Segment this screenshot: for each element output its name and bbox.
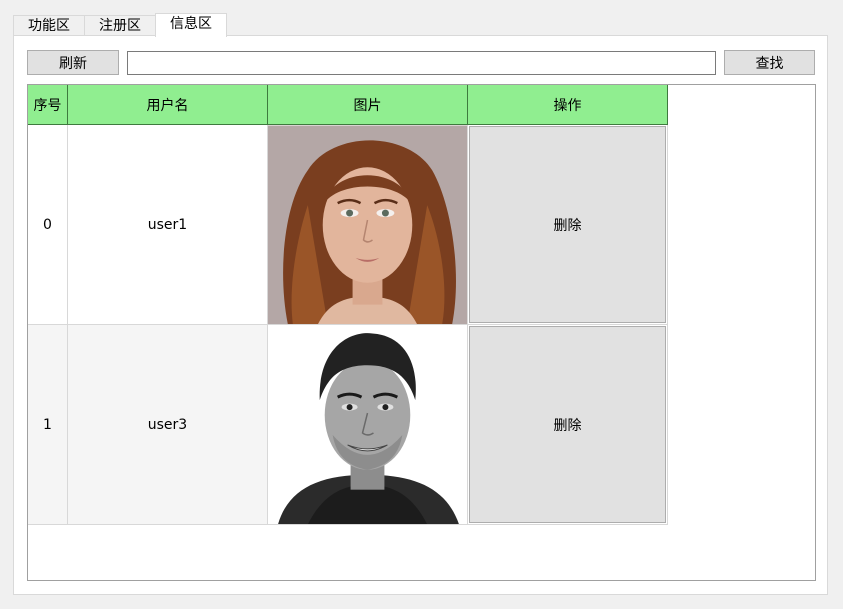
info-tab-panel: 刷新 查找 序号 用户名 图片 操作 0 user1 删除 1 user3 删除 <box>13 35 828 595</box>
delete-button[interactable]: 删除 <box>469 326 666 523</box>
row-action-cell: 删除 <box>468 325 668 525</box>
delete-button[interactable]: 删除 <box>469 126 666 323</box>
user-table: 序号 用户名 图片 操作 0 user1 删除 1 user3 删除 <box>27 84 816 581</box>
column-header-index[interactable]: 序号 <box>28 85 68 125</box>
user-photo <box>268 125 468 325</box>
table-row[interactable]: 1 user3 删除 <box>28 325 668 525</box>
tab-bar: 功能区 注册区 信息区 <box>13 13 227 38</box>
table-row[interactable]: 0 user1 删除 <box>28 125 668 325</box>
column-header-action[interactable]: 操作 <box>468 85 668 125</box>
tab-info-area[interactable]: 信息区 <box>155 13 227 37</box>
portrait-man-bw-image <box>268 325 467 524</box>
search-button[interactable]: 查找 <box>724 50 815 75</box>
refresh-button[interactable]: 刷新 <box>27 50 119 75</box>
row-index: 0 <box>28 125 68 325</box>
column-header-username[interactable]: 用户名 <box>68 85 268 125</box>
search-input[interactable] <box>127 51 716 75</box>
row-action-cell: 删除 <box>468 125 668 325</box>
row-index: 1 <box>28 325 68 525</box>
user-photo <box>268 325 468 525</box>
table-header: 序号 用户名 图片 操作 <box>28 85 668 125</box>
row-username: user3 <box>68 325 268 525</box>
portrait-woman-image <box>268 125 467 324</box>
column-header-photo[interactable]: 图片 <box>268 85 468 125</box>
row-username: user1 <box>68 125 268 325</box>
